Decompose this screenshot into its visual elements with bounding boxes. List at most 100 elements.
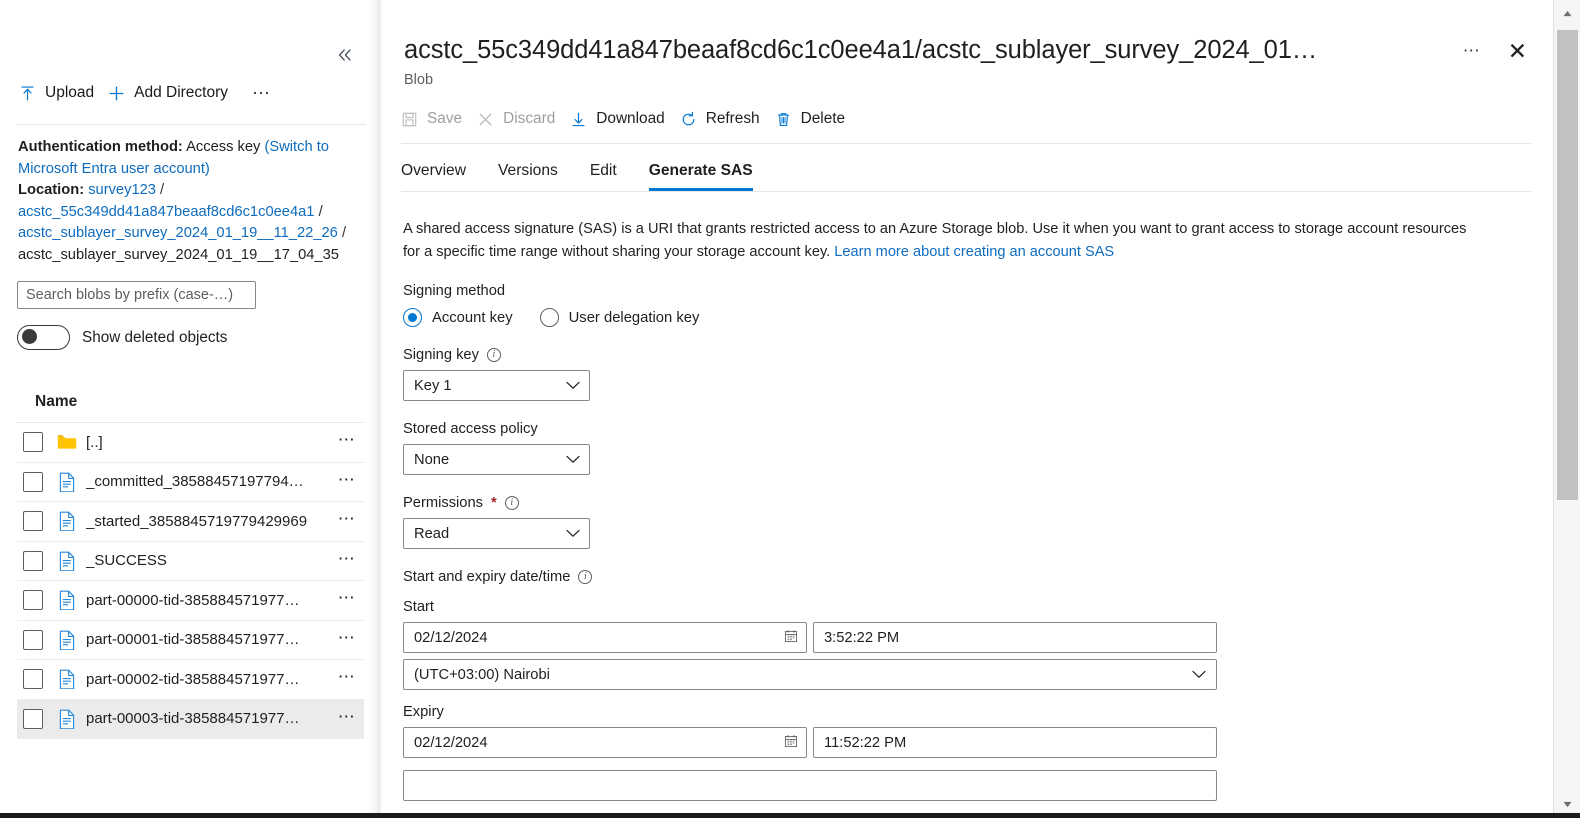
info-icon[interactable]: i — [578, 570, 593, 584]
refresh-button[interactable]: Refresh — [680, 106, 775, 132]
file-icon — [56, 590, 78, 611]
row-checkbox[interactable] — [23, 471, 43, 492]
start-date-input[interactable]: 02/12/2024 — [403, 622, 807, 653]
radio-user-delegation-key-indicator — [539, 308, 559, 327]
location-line: Location: survey123 / acstc_55c349dd41a8… — [18, 180, 366, 266]
authentication-method-line: Authentication method: Access key (Switc… — [18, 137, 366, 180]
discard-button[interactable]: Discard — [477, 106, 570, 132]
discard-label: Discard — [503, 110, 556, 127]
row-checkbox[interactable] — [23, 550, 43, 571]
chevron-down-icon — [566, 455, 580, 464]
info-icon[interactable]: i — [486, 348, 501, 362]
expiry-date-input[interactable]: 02/12/2024 — [403, 727, 807, 758]
upload-button[interactable]: Upload — [19, 80, 108, 106]
row-checkbox[interactable] — [23, 669, 43, 690]
download-arrow-icon — [570, 111, 587, 128]
download-button[interactable]: Download — [570, 106, 679, 132]
row-more-button[interactable]: ⋯ — [336, 708, 360, 725]
search-blobs-input[interactable]: Search blobs by prefix (case-…) — [17, 281, 256, 309]
calendar-icon[interactable] — [784, 629, 798, 647]
tab-versions[interactable]: Versions — [498, 156, 558, 191]
expiry-time-input[interactable]: 11:52:22 PM — [813, 727, 1217, 758]
table-row[interactable]: part-00002-tid-385884571977… ⋯ — [17, 660, 364, 700]
expiry-timezone-select[interactable] — [403, 770, 1217, 801]
expiry-time-value: 11:52:22 PM — [824, 734, 907, 751]
row-checkbox[interactable] — [23, 511, 43, 532]
breadcrumb-container[interactable]: acstc_55c349dd41a847beaaf8cd6c1c0ee4a1 — [18, 204, 314, 220]
show-deleted-objects-toggle[interactable] — [17, 325, 70, 350]
sidebar-context-info: Authentication method: Access key (Switc… — [0, 125, 382, 266]
chevron-double-left-icon[interactable] — [334, 44, 356, 66]
start-datetime-row: 02/12/2024 3:52:22 PM — [403, 622, 1553, 653]
blob-name: part-00001-tid-385884571977… — [86, 631, 300, 649]
scrollbar-thumb[interactable] — [1557, 30, 1578, 500]
tab-overview[interactable]: Overview — [401, 156, 466, 191]
row-more-button[interactable]: ⋯ — [336, 668, 360, 685]
table-row[interactable]: _SUCCESS ⋯ — [17, 542, 364, 581]
sas-description: A shared access signature (SAS) is a URI… — [403, 218, 1485, 263]
generate-sas-form: A shared access signature (SAS) is a URI… — [382, 192, 1553, 801]
close-icon[interactable]: ✕ — [1504, 40, 1531, 63]
radio-user-delegation-key[interactable]: User delegation key — [539, 308, 700, 327]
row-more-button[interactable]: ⋯ — [336, 550, 360, 567]
chevron-down-icon — [566, 381, 580, 390]
blade-tabs: Overview Versions Edit Generate SAS — [382, 144, 1553, 191]
refresh-circle-icon — [680, 111, 697, 128]
breadcrumb-folder[interactable]: acstc_sublayer_survey_2024_01_19__11_22_… — [18, 225, 338, 241]
row-checkbox[interactable] — [23, 432, 43, 453]
folder-icon — [56, 434, 78, 451]
row-checkbox[interactable] — [23, 590, 43, 611]
add-directory-button[interactable]: Add Directory — [108, 80, 242, 106]
tab-generate-sas[interactable]: Generate SAS — [648, 156, 753, 191]
search-placeholder: Search blobs by prefix (case-…) — [26, 287, 234, 303]
row-more-button[interactable]: ⋯ — [336, 510, 360, 527]
stored-access-policy-select[interactable]: None — [403, 444, 590, 475]
row-more-button[interactable]: ⋯ — [336, 431, 360, 448]
row-more-button[interactable]: ⋯ — [336, 589, 360, 606]
blob-list: [..] ⋯ _committed_38588457197794… ⋯ _started… — [17, 422, 364, 739]
row-checkbox[interactable] — [23, 708, 43, 729]
timezone-select[interactable]: (UTC+03:00) Nairobi — [403, 659, 1217, 690]
window-bottom-bar — [0, 813, 1580, 818]
blade-command-bar: Save Discard Download Refresh Delete — [382, 88, 1553, 132]
calendar-icon[interactable] — [784, 734, 798, 752]
info-icon[interactable]: i — [504, 496, 519, 510]
tab-edit[interactable]: Edit — [590, 156, 617, 191]
row-more-button[interactable]: ⋯ — [336, 629, 360, 646]
signing-key-label-text: Signing key — [403, 347, 479, 363]
breadcrumb-account[interactable]: survey123 — [88, 182, 156, 198]
triangle-up-icon[interactable] — [1554, 0, 1580, 27]
table-row[interactable]: _committed_38588457197794… ⋯ — [17, 463, 364, 502]
radio-account-key-label: Account key — [432, 309, 513, 326]
blade-more-button[interactable]: ⋯ — [1459, 41, 1486, 61]
row-checkbox[interactable] — [23, 629, 43, 650]
save-disk-icon — [401, 111, 418, 128]
file-icon — [56, 630, 78, 650]
delete-button[interactable]: Delete — [775, 106, 861, 132]
table-row[interactable]: _started_3858845719779429969 ⋯ — [17, 502, 364, 542]
save-button[interactable]: Save — [401, 106, 477, 132]
blade-vertical-scrollbar[interactable] — [1553, 0, 1580, 818]
table-row[interactable]: part-00000-tid-385884571977… ⋯ — [17, 581, 364, 621]
table-row[interactable]: part-00001-tid-385884571977… ⋯ — [17, 621, 364, 660]
row-more-button[interactable]: ⋯ — [336, 471, 360, 488]
blob-name: [..] — [86, 433, 103, 451]
radio-account-key[interactable]: Account key — [403, 308, 513, 327]
sas-learn-more-link[interactable]: Learn more about creating an account SAS — [834, 244, 1114, 260]
tab-edit-label: Edit — [589, 162, 617, 179]
table-row[interactable]: part-00003-tid-385884571977… ⋯ — [17, 699, 364, 739]
breadcrumb-current: acstc_sublayer_survey_2024_01_19__17_04_… — [18, 246, 339, 263]
radio-user-delegation-key-label: User delegation key — [568, 309, 700, 326]
required-marker: * — [491, 495, 497, 511]
file-icon — [56, 709, 78, 729]
permissions-value: Read — [414, 525, 450, 542]
table-row[interactable]: [..] ⋯ — [17, 423, 364, 463]
authentication-method-label: Authentication method: — [18, 139, 183, 155]
signing-key-select[interactable]: Key 1 — [403, 370, 590, 401]
chevron-down-icon — [1192, 670, 1206, 679]
permissions-select[interactable]: Read — [403, 518, 590, 549]
start-time-input[interactable]: 3:52:22 PM — [813, 622, 1217, 653]
close-x-icon — [477, 111, 494, 128]
permissions-label-text: Permissions — [403, 495, 483, 511]
sidebar-more-commands-button[interactable]: ⋯ — [242, 84, 282, 102]
